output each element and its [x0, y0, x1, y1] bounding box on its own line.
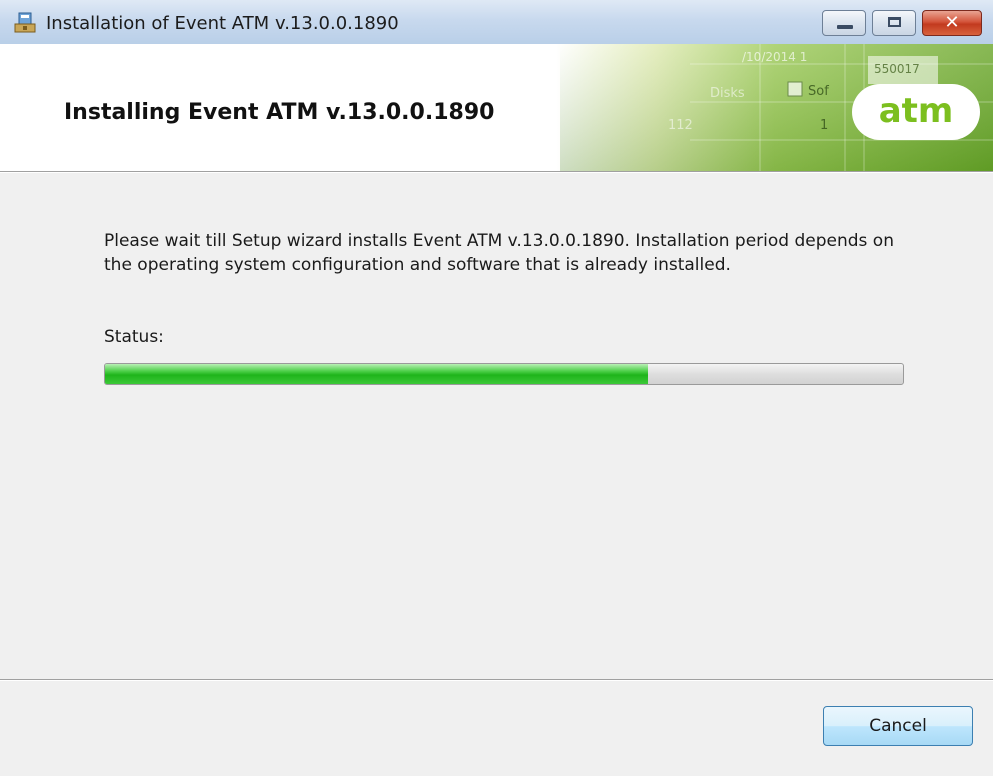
header-bg-text-5: 112	[668, 118, 693, 133]
status-label: Status:	[104, 327, 164, 347]
footer-divider-highlight	[0, 680, 993, 681]
wizard-header: /10/2014 1 550017 Disks Sof 112 1 Instal…	[0, 44, 993, 171]
cancel-button[interactable]: Cancel	[823, 706, 973, 746]
header-bg-text-3: Disks	[710, 86, 745, 101]
window-title: Installation of Event ATM v.13.0.0.1890	[46, 13, 399, 34]
page-title: Installing Event ATM v.13.0.0.1890	[64, 100, 495, 125]
install-progress-bar	[104, 363, 904, 385]
maximize-icon	[888, 17, 901, 27]
minimize-icon	[837, 25, 853, 29]
close-icon: ✕	[944, 12, 960, 33]
header-bg-text-6: 1	[820, 118, 829, 133]
atm-logo: atm	[852, 84, 980, 140]
header-bg-text-1: /10/2014 1	[742, 50, 808, 64]
close-button[interactable]: ✕	[922, 10, 982, 36]
header-bg-text-2: 550017	[874, 62, 920, 76]
installer-window: Installation of Event ATM v.13.0.0.1890 …	[0, 0, 993, 776]
maximize-button[interactable]	[872, 10, 916, 36]
installer-icon	[14, 12, 36, 33]
header-bg-text-4: Sof	[808, 84, 829, 99]
minimize-button[interactable]	[822, 10, 866, 36]
wizard-content: Please wait till Setup wizard installs E…	[0, 173, 993, 679]
title-bar[interactable]: Installation of Event ATM v.13.0.0.1890 …	[0, 0, 993, 44]
progress-fill	[105, 364, 648, 384]
install-description: Please wait till Setup wizard installs E…	[104, 231, 894, 275]
